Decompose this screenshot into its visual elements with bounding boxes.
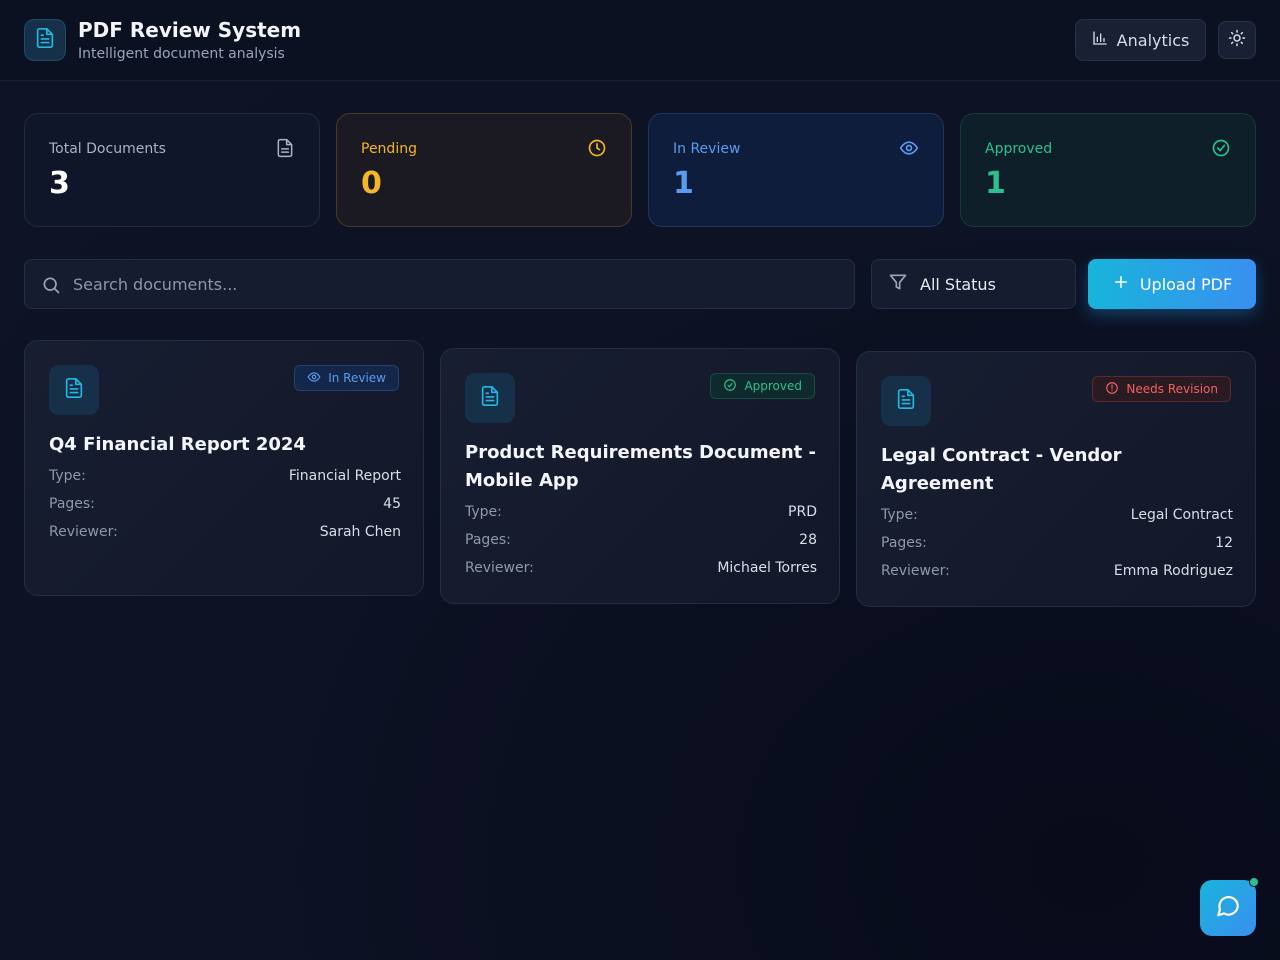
type-value: Financial Report — [288, 468, 401, 484]
pages-value: 28 — [799, 532, 817, 548]
app-subtitle: Intelligent document analysis — [78, 46, 285, 62]
status-badge: In Review — [294, 365, 399, 391]
reviewer-label: Reviewer: — [881, 563, 950, 579]
document-type-row: Type: Legal Contract — [881, 507, 1233, 527]
search-input[interactable] — [73, 260, 843, 308]
pages-value: 12 — [1215, 535, 1233, 551]
type-label: Type: — [49, 468, 86, 484]
stat-label: Pending — [361, 141, 417, 157]
analytics-label: Analytics — [1116, 30, 1190, 50]
app-logo — [24, 19, 66, 61]
document-title: Legal Contract - Vendor Agreement — [881, 445, 1122, 494]
filter-icon — [888, 272, 908, 296]
stat-label: Total Documents — [49, 141, 166, 157]
stat-card-approved: Approved 1 — [960, 113, 1256, 227]
online-indicator — [1249, 877, 1259, 887]
file-text-icon — [34, 27, 56, 53]
file-text-icon — [275, 138, 295, 162]
stat-label: In Review — [673, 141, 741, 157]
document-icon-box — [881, 376, 931, 426]
upload-label: Upload PDF — [1139, 274, 1233, 294]
document-card[interactable]: Needs Revision Legal Contract - Vendor A… — [856, 351, 1256, 607]
document-reviewer-row: Reviewer: Michael Torres — [465, 560, 817, 580]
type-value: Legal Contract — [1130, 507, 1233, 523]
file-text-icon — [63, 377, 85, 403]
eye-icon — [899, 138, 919, 162]
stat-card-total: Total Documents 3 — [24, 113, 320, 227]
chat-button[interactable] — [1200, 880, 1256, 936]
message-circle-icon — [1215, 893, 1241, 923]
pages-label: Pages: — [881, 535, 927, 551]
search-icon — [41, 275, 61, 299]
pages-label: Pages: — [49, 496, 95, 512]
file-text-icon — [479, 385, 501, 411]
reviewer-value: Sarah Chen — [319, 524, 401, 540]
stat-value: 3 — [49, 166, 70, 201]
status-badge: Needs Revision — [1092, 376, 1231, 402]
search-bar[interactable] — [24, 259, 855, 309]
bar-chart-icon — [1092, 30, 1108, 50]
stat-value: 1 — [673, 166, 694, 201]
stat-value: 0 — [361, 166, 382, 201]
filter-value: All Status — [920, 274, 996, 294]
sun-icon — [1228, 29, 1246, 51]
app-header: PDF Review System Intelligent document a… — [0, 0, 1280, 81]
app-title: PDF Review System — [78, 18, 302, 42]
clock-icon — [587, 138, 607, 162]
status-badge-label: In Review — [328, 371, 386, 385]
document-pages-row: Pages: 12 — [881, 535, 1233, 555]
status-badge: Approved — [710, 373, 815, 399]
pages-value: 45 — [383, 496, 401, 512]
document-title: Product Requirements Document - Mobile A… — [465, 442, 816, 491]
theme-toggle-button[interactable] — [1218, 21, 1256, 59]
stat-card-in-review: In Review 1 — [648, 113, 944, 227]
document-card[interactable]: In Review Q4 Financial Report 2024 Type:… — [24, 340, 424, 596]
upload-pdf-button[interactable]: Upload PDF — [1088, 259, 1256, 309]
document-reviewer-row: Reviewer: Emma Rodriguez — [881, 563, 1233, 583]
file-text-icon — [895, 388, 917, 414]
reviewer-label: Reviewer: — [465, 560, 534, 576]
document-icon-box — [465, 373, 515, 423]
document-type-row: Type: Financial Report — [49, 468, 401, 488]
stat-card-pending: Pending 0 — [336, 113, 632, 227]
document-card[interactable]: Approved Product Requirements Document -… — [440, 348, 840, 604]
document-reviewer-row: Reviewer: Sarah Chen — [49, 524, 401, 544]
eye-icon — [307, 370, 321, 387]
status-filter-select[interactable]: All Status — [871, 259, 1076, 309]
reviewer-value: Emma Rodriguez — [1113, 563, 1233, 579]
alert-circle-icon — [1105, 381, 1119, 398]
stat-value: 1 — [985, 166, 1006, 201]
status-badge-label: Approved — [744, 379, 802, 393]
document-title: Q4 Financial Report 2024 — [49, 434, 306, 455]
status-badge-label: Needs Revision — [1126, 382, 1218, 396]
document-type-row: Type: PRD — [465, 504, 817, 524]
document-pages-row: Pages: 28 — [465, 532, 817, 552]
type-label: Type: — [881, 507, 918, 523]
check-circle-icon — [723, 378, 737, 395]
pages-label: Pages: — [465, 532, 511, 548]
document-icon-box — [49, 365, 99, 415]
type-label: Type: — [465, 504, 502, 520]
document-pages-row: Pages: 45 — [49, 496, 401, 516]
check-circle-icon — [1211, 138, 1231, 162]
type-value: PRD — [788, 504, 817, 520]
reviewer-label: Reviewer: — [49, 524, 118, 540]
plus-icon — [1112, 273, 1130, 295]
stat-label: Approved — [985, 141, 1053, 157]
analytics-button[interactable]: Analytics — [1075, 19, 1206, 61]
reviewer-value: Michael Torres — [717, 560, 817, 576]
